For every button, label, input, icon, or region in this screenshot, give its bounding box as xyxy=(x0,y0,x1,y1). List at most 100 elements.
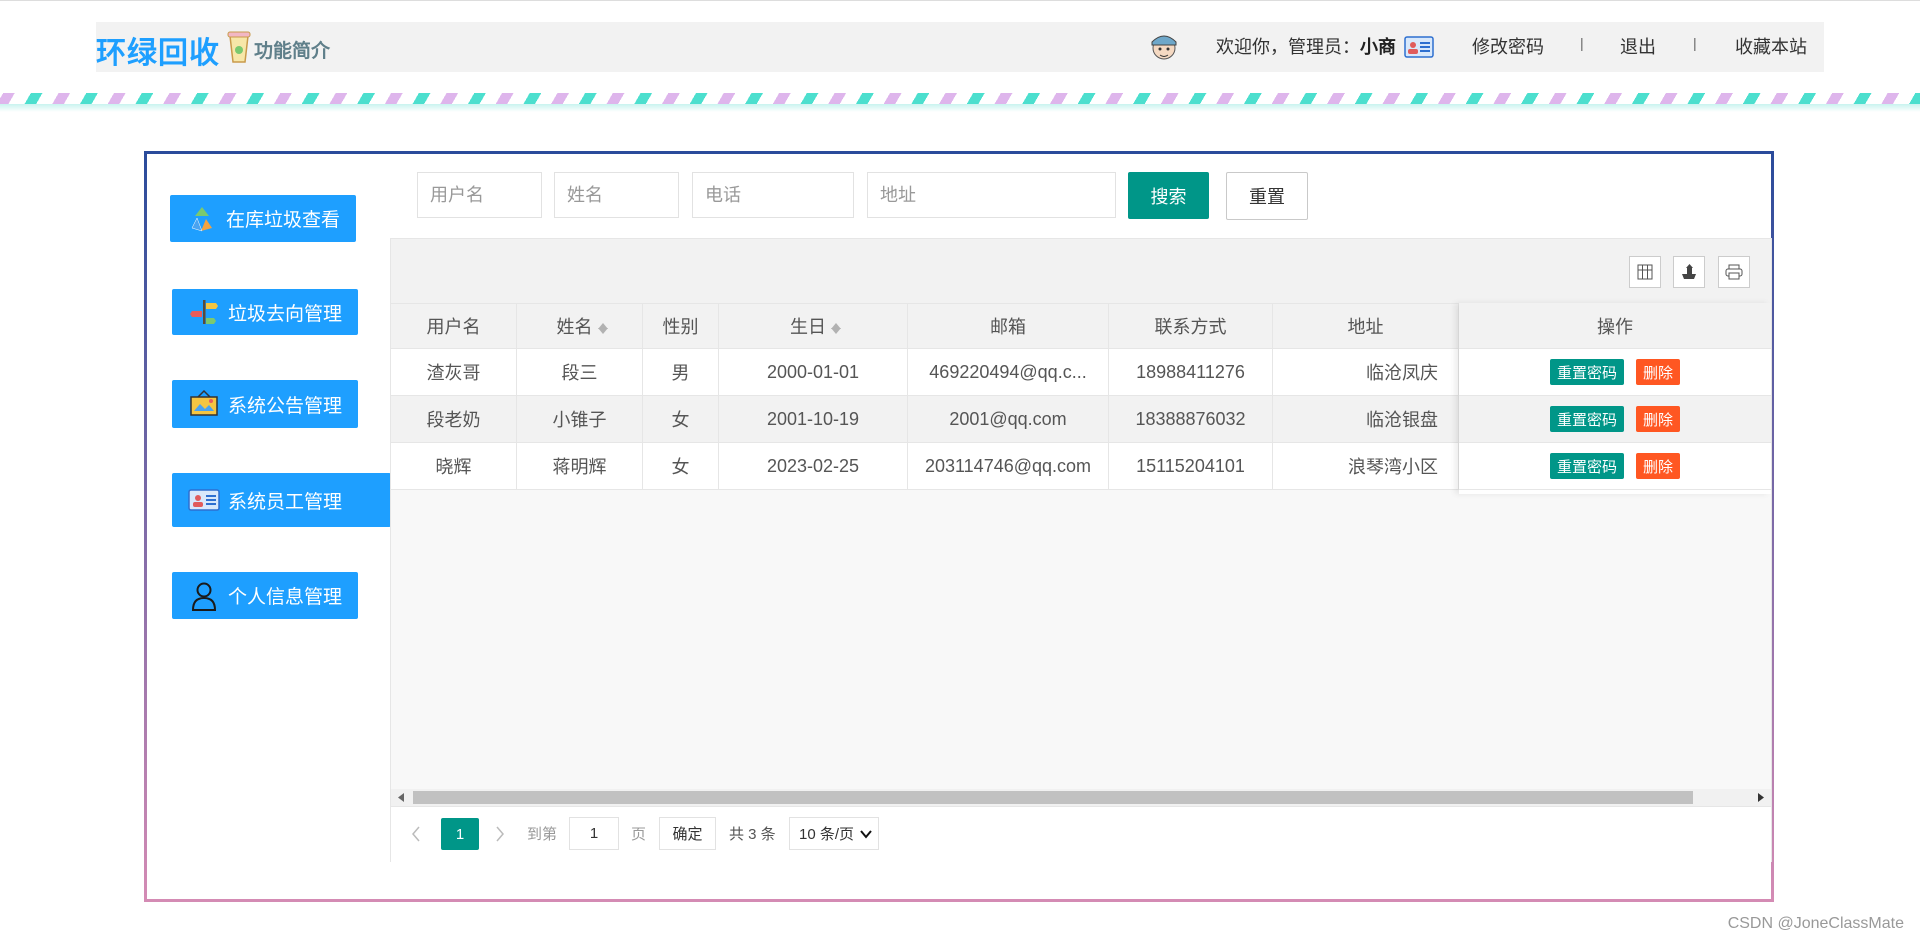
decorative-stripe-glow xyxy=(0,104,1920,112)
cell-email: 469220494@qq.c... xyxy=(908,349,1109,395)
scrollbar-thumb[interactable] xyxy=(413,791,1693,804)
header-username[interactable]: 用户名 xyxy=(391,304,517,348)
person-icon xyxy=(188,580,220,612)
sidebar-item-label: 垃圾去向管理 xyxy=(228,303,343,325)
column-label: 性别 xyxy=(662,317,699,337)
operations-column: 操作 重置密码 删除 重置密码 删除 重置密码 删除 xyxy=(1459,303,1771,494)
watermark: CSDN @JoneClassMate xyxy=(1727,915,1904,932)
header-operations: 操作 xyxy=(1459,303,1771,349)
name-search-input[interactable] xyxy=(554,172,679,218)
cell-name: 蒋明辉 xyxy=(517,443,643,489)
export-icon[interactable] xyxy=(1673,256,1705,288)
goto-label: 到第 xyxy=(527,826,558,843)
column-label: 邮箱 xyxy=(990,317,1026,337)
cell-phone: 18388876032 xyxy=(1109,396,1273,442)
current-page-button[interactable]: 1 xyxy=(441,818,479,850)
search-button[interactable]: 搜索 xyxy=(1128,172,1209,219)
cell-gender: 女 xyxy=(643,396,719,442)
brand-logo[interactable]: 环绿回收 xyxy=(96,28,220,72)
scroll-right-icon[interactable] xyxy=(1757,793,1765,802)
columns-filter-icon[interactable] xyxy=(1629,256,1661,288)
row-actions: 重置密码 删除 xyxy=(1459,396,1771,443)
cell-email: 203114746@qq.com xyxy=(908,443,1109,489)
cell-gender: 女 xyxy=(643,443,719,489)
welcome-prefix: 欢迎你，管理员： xyxy=(1216,37,1360,57)
separator: | xyxy=(1580,35,1584,51)
print-icon[interactable] xyxy=(1718,256,1750,288)
prev-page-icon[interactable] xyxy=(411,826,421,842)
sidebar-item-announcements[interactable]: 系统公告管理 xyxy=(172,380,358,428)
header-gender[interactable]: 性别 xyxy=(643,304,719,348)
sidebar-item-destination[interactable]: 垃圾去向管理 xyxy=(172,289,358,335)
cell-address: 临沧凤庆 xyxy=(1273,349,1459,395)
cell-name: 小锥子 xyxy=(517,396,643,442)
top-border-line xyxy=(0,0,1920,1)
sidebar-item-profile[interactable]: 个人信息管理 xyxy=(172,572,358,619)
table-toolbar xyxy=(391,239,1771,303)
reset-button[interactable]: 重置 xyxy=(1226,172,1308,220)
page-size-select[interactable]: 10 条/页 xyxy=(789,817,879,850)
cell-phone: 18988411276 xyxy=(1109,349,1273,395)
row-actions: 重置密码 删除 xyxy=(1459,443,1771,490)
header-phone[interactable]: 联系方式 xyxy=(1109,304,1273,348)
reset-password-button[interactable]: 重置密码 xyxy=(1549,453,1624,479)
cell-address: 临沧银盘 xyxy=(1273,396,1459,442)
admin-avatar-icon xyxy=(1151,35,1177,60)
total-count: 共 3 条 xyxy=(729,826,776,843)
cell-email: 2001@qq.com xyxy=(908,396,1109,442)
admin-username: 小商 xyxy=(1360,37,1396,57)
logout-link[interactable]: 退出 xyxy=(1620,33,1656,59)
cell-address: 浪琴湾小区 xyxy=(1273,443,1459,489)
cell-birthday: 2001-10-19 xyxy=(719,396,908,442)
horizontal-scrollbar[interactable] xyxy=(391,789,1771,806)
header-bar: 环绿回收 功能简介 欢迎你，管理员：小商 修改密码 | 退出 | 收藏本站 xyxy=(96,22,1824,72)
goto-page-input[interactable] xyxy=(569,817,619,850)
reset-password-button[interactable]: 重置密码 xyxy=(1549,359,1624,385)
data-table: 用户名 姓名 性别 生日 邮箱 联系方式 地址 渣灰哥 段三 男 2000-01… xyxy=(390,238,1772,863)
separator: | xyxy=(1693,35,1697,51)
announcement-board-icon xyxy=(188,388,220,420)
cell-name: 段三 xyxy=(517,349,643,395)
scroll-left-icon[interactable] xyxy=(397,793,405,802)
header-name[interactable]: 姓名 xyxy=(517,304,643,348)
id-card-icon xyxy=(188,484,220,516)
sidebar-item-label: 个人信息管理 xyxy=(228,587,343,608)
reset-password-button[interactable]: 重置密码 xyxy=(1549,406,1624,432)
column-label: 用户名 xyxy=(426,317,481,337)
row-actions: 重置密码 删除 xyxy=(1459,349,1771,396)
column-label: 联系方式 xyxy=(1154,317,1227,337)
sidebar-item-staff[interactable]: 系统员工管理 xyxy=(172,473,391,527)
pagination: 1 到第 页 确定 共 3 条 10 条/页 xyxy=(391,806,1771,863)
header-address[interactable]: 地址 xyxy=(1273,304,1459,348)
delete-button[interactable]: 删除 xyxy=(1636,406,1681,432)
delete-button[interactable]: 删除 xyxy=(1636,359,1681,385)
confirm-page-button[interactable]: 确定 xyxy=(659,817,716,850)
phone-search-input[interactable] xyxy=(692,172,854,218)
sidebar-item-label: 在库垃圾查看 xyxy=(226,210,341,231)
sidebar-item-inventory[interactable]: 在库垃圾查看 xyxy=(170,195,356,242)
address-search-input[interactable] xyxy=(867,172,1116,218)
column-label: 姓名 xyxy=(556,317,593,337)
signpost-icon xyxy=(188,296,220,328)
sidebar-item-label: 系统员工管理 xyxy=(228,491,343,513)
welcome-text: 欢迎你，管理员：小商 xyxy=(1216,33,1396,59)
cell-username: 渣灰哥 xyxy=(391,349,517,395)
username-search-input[interactable] xyxy=(417,172,542,218)
header-email[interactable]: 邮箱 xyxy=(908,304,1109,348)
header-birthday[interactable]: 生日 xyxy=(719,304,908,348)
next-page-icon[interactable] xyxy=(495,826,505,842)
column-label: 生日 xyxy=(790,317,826,337)
id-card-icon xyxy=(1404,36,1434,58)
sidebar-item-label: 系统公告管理 xyxy=(228,395,343,417)
cell-birthday: 2023-02-25 xyxy=(719,443,908,489)
page-size-value: 10 条/页 xyxy=(799,826,855,843)
column-label: 地址 xyxy=(1347,317,1384,337)
feature-intro-link[interactable]: 功能简介 xyxy=(254,36,330,63)
cell-birthday: 2000-01-01 xyxy=(719,349,908,395)
chevron-down-icon xyxy=(860,830,872,839)
cell-username: 段老奶 xyxy=(391,396,517,442)
change-password-link[interactable]: 修改密码 xyxy=(1472,33,1544,59)
delete-button[interactable]: 删除 xyxy=(1636,453,1681,479)
bookmark-link[interactable]: 收藏本站 xyxy=(1735,33,1807,59)
cup-icon xyxy=(227,31,251,63)
